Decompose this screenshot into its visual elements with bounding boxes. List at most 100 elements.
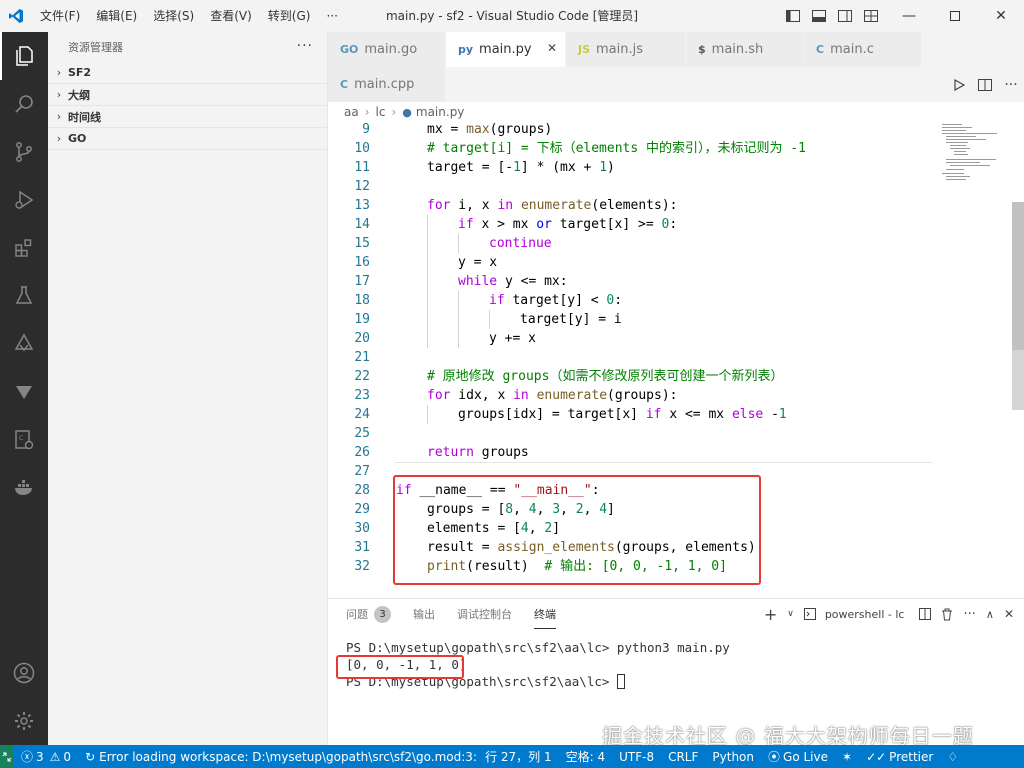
run-python-icon[interactable] (946, 78, 972, 91)
line-number: 15 (354, 236, 370, 251)
search-icon[interactable] (0, 80, 48, 128)
toggle-panel-icon[interactable] (806, 0, 832, 32)
code-text: for idx, x in enumerate(groups): (427, 388, 678, 403)
explorer-more-actions[interactable]: ··· (297, 38, 313, 54)
tab-terminal[interactable]: 终端 (534, 599, 556, 629)
close-panel-icon[interactable]: ✕ (1004, 607, 1014, 621)
accounts-icon[interactable] (0, 649, 48, 697)
remote-explorer-icon[interactable] (0, 320, 48, 368)
notifications-bell-icon[interactable]: ♢ (940, 745, 965, 768)
language-mode[interactable]: Python (705, 745, 761, 768)
menu-more[interactable]: ··· (318, 0, 345, 32)
code-runner-icon[interactable]: C (0, 416, 48, 464)
status-message: Error loading workspace: D:\mysetup\gopa… (99, 749, 478, 764)
breadcrumb-lc[interactable]: lc (376, 105, 386, 119)
line-number: 31 (354, 540, 370, 555)
prettier-status[interactable]: ✓✓ Prettier (859, 745, 940, 768)
tab-main-sh[interactable]: $ main.sh (686, 32, 804, 67)
tab-main-c[interactable]: Cmain.c (804, 32, 922, 67)
code-text: return groups (427, 445, 529, 460)
explorer-icon[interactable] (0, 32, 48, 80)
workspace-error-message[interactable]: ↻ Error loading workspace: D:\mysetup\gop… (78, 745, 478, 768)
toggle-primary-sidebar-icon[interactable] (780, 0, 806, 32)
testing-flask-icon[interactable] (0, 272, 48, 320)
tab-problems[interactable]: 问题 3 (346, 599, 391, 629)
menu-selection[interactable]: 选择(S) (145, 0, 202, 32)
section-go[interactable]: › GO (48, 128, 327, 150)
code-line: 25 (328, 424, 938, 443)
tab-debug-console[interactable]: 调试控制台 (457, 599, 512, 629)
code-line: 18 if target[y] < 0: (328, 291, 938, 310)
code-text: # 原地修改 groups（如需不修改原列表可创建一个新列表） (427, 369, 784, 384)
line-number: 23 (354, 388, 370, 403)
remote-indicator-icon[interactable] (0, 745, 14, 768)
indent-guide (427, 329, 428, 348)
section-sf2[interactable]: › SF2 (48, 62, 327, 84)
problems-status[interactable]: ⓧ 3 ⚠ 0 (14, 745, 78, 768)
menu-edit[interactable]: 编辑(E) (88, 0, 145, 32)
menu-view[interactable]: 查看(V) (202, 0, 260, 32)
close-tab-icon[interactable]: ✕ (547, 41, 557, 55)
problems-count-badge: 3 (374, 605, 391, 623)
docker-icon[interactable] (0, 464, 48, 512)
editor-scrollbar-thumb[interactable] (1012, 202, 1024, 350)
tab-label: 终端 (534, 608, 556, 621)
toggle-secondary-sidebar-icon[interactable] (832, 0, 858, 32)
breadcrumb-aa[interactable]: aa (344, 105, 359, 119)
customize-layout-icon[interactable] (858, 0, 884, 32)
settings-gear-icon[interactable] (0, 697, 48, 745)
kill-terminal-trash-icon[interactable] (941, 608, 953, 621)
code-line: 24 groups[idx] = target[x] if x <= mx els… (328, 405, 938, 424)
panel-more-icon[interactable]: ··· (963, 607, 975, 622)
section-outline[interactable]: › 大纲 (48, 84, 327, 106)
tab-main-cpp[interactable]: Cmain.cpp (328, 67, 446, 102)
tab-label: main.go (364, 42, 418, 57)
code-text: continue (489, 236, 552, 251)
extensions-icon[interactable] (0, 224, 48, 272)
chevron-down-icon[interactable]: ∨ (787, 609, 794, 619)
tab-label: 问题 (346, 608, 368, 621)
explorer-header: 资源管理器 ··· (48, 32, 327, 62)
tab-main-js[interactable]: JS main.js (566, 32, 686, 67)
close-window-icon[interactable]: ✕ (978, 0, 1024, 32)
warning-count: 0 (63, 749, 72, 764)
encoding[interactable]: UTF-8 (612, 745, 661, 768)
tab-main-go[interactable]: GO main.go (328, 32, 446, 67)
cursor-position[interactable]: 行 27，列 1 (478, 745, 559, 768)
menu-go[interactable]: 转到(G) (260, 0, 319, 32)
breadcrumb-chevron-icon: › (391, 105, 397, 119)
indentation[interactable]: 空格: 4 (559, 745, 613, 768)
section-timeline[interactable]: › 时间线 (48, 106, 327, 128)
editor-actions: ··· (946, 67, 1024, 102)
maximize-icon[interactable] (932, 0, 978, 32)
file-type-icon: C (816, 43, 825, 56)
python-interpreter-icon[interactable]: ✶ (835, 745, 859, 768)
line-number: 20 (354, 331, 370, 346)
split-terminal-icon[interactable] (919, 608, 932, 620)
tab-main-py[interactable]: py main.py ✕ (446, 32, 566, 67)
annotation-highlight-code (393, 475, 761, 585)
code-line: 16 y = x (328, 253, 938, 272)
minimap[interactable] (940, 122, 1008, 182)
gitlens-icon[interactable] (0, 368, 48, 416)
editor-scrollbar-track[interactable] (1012, 350, 1024, 410)
breadcrumb-file[interactable]: main.py (416, 105, 465, 119)
go-live-button[interactable]: ⦿ Go Live (761, 745, 835, 768)
new-terminal-icon[interactable]: + (764, 605, 777, 624)
run-debug-icon[interactable] (0, 176, 48, 224)
source-control-icon[interactable] (0, 128, 48, 176)
maximize-panel-chevron-up-icon[interactable]: ∧ (986, 608, 994, 621)
tab-label: main.js (596, 42, 644, 57)
line-ending[interactable]: CRLF (661, 745, 705, 768)
indent-guide (427, 310, 428, 329)
prettier-label: Prettier (889, 749, 934, 764)
split-editor-icon[interactable] (972, 78, 998, 91)
menu-file[interactable]: 文件(F) (32, 0, 88, 32)
line-number: 13 (354, 198, 370, 213)
tab-output[interactable]: 输出 (413, 599, 435, 629)
minimize-icon[interactable]: — (886, 0, 932, 32)
terminal-selector[interactable]: powershell - lc (803, 608, 910, 621)
code-text: if x > mx or target[x] >= 0: (458, 217, 678, 232)
editor-more-icon[interactable]: ··· (998, 77, 1024, 93)
section-label: 时间线 (68, 110, 101, 124)
